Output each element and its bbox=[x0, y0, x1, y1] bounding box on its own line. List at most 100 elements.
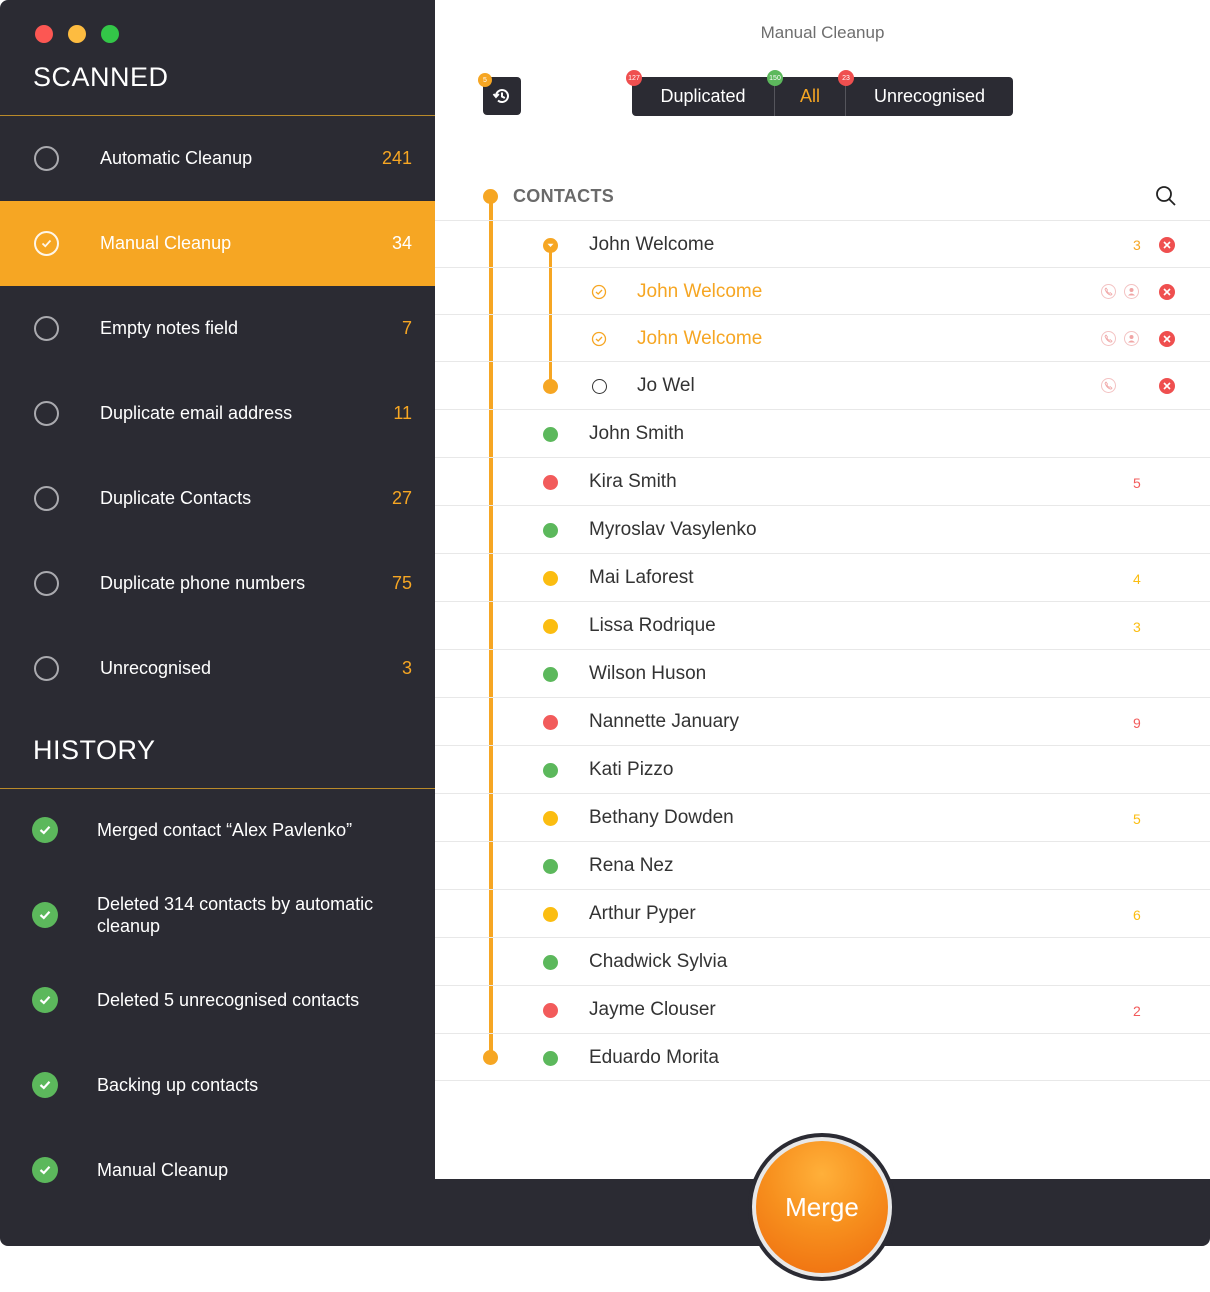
app-window: SCANNED Automatic Cleanup 241 Manual Clean… bbox=[0, 0, 1210, 1246]
contact-name: Lissa Rodrique bbox=[589, 615, 716, 636]
close-window-button[interactable] bbox=[35, 25, 53, 43]
contact-name: Rena Nez bbox=[589, 855, 674, 876]
scan-item[interactable]: Duplicate phone numbers 75 bbox=[0, 541, 435, 626]
contact-name: Mai Laforest bbox=[589, 567, 694, 588]
contact-name: Nannette January bbox=[589, 711, 739, 732]
contact-row[interactable]: Mai Laforest 4 bbox=[435, 553, 1210, 601]
phone-icon bbox=[1101, 378, 1116, 393]
check-icon bbox=[32, 817, 58, 843]
status-dot bbox=[543, 523, 558, 538]
status-dot bbox=[543, 763, 558, 778]
history-item-label: Merged contact “Alex Pavlenko” bbox=[97, 820, 353, 840]
search-icon[interactable] bbox=[1154, 184, 1178, 208]
duplicate-count: 9 bbox=[1133, 715, 1141, 731]
contact-row[interactable]: Myroslav Vasylenko bbox=[435, 505, 1210, 553]
radio-circle-icon[interactable] bbox=[592, 379, 607, 394]
sidebar: SCANNED Automatic Cleanup 241 Manual Clean… bbox=[0, 0, 435, 1246]
main-panel: Manual Cleanup 5 127 Duplicated 150 All … bbox=[435, 0, 1210, 1246]
filter-badge: 150 bbox=[767, 70, 783, 86]
contact-row[interactable]: Wilson Huson bbox=[435, 649, 1210, 697]
status-dot bbox=[543, 619, 558, 634]
filter-tab-unrecognised[interactable]: 23 Unrecognised bbox=[838, 70, 1013, 116]
filter-tab-all[interactable]: 150 All bbox=[767, 70, 846, 116]
check-icon bbox=[32, 987, 58, 1013]
history-item: Backing up contacts bbox=[0, 1055, 435, 1115]
contact-name: John Welcome bbox=[637, 327, 763, 349]
duplicate-count: 3 bbox=[1133, 619, 1141, 635]
check-icon bbox=[32, 1157, 58, 1183]
collapse-toggle-icon[interactable] bbox=[543, 238, 558, 253]
scan-item-count: 3 bbox=[401, 658, 412, 678]
contact-row[interactable]: Nannette January 9 bbox=[435, 697, 1210, 745]
contact-row[interactable]: Chadwick Sylvia bbox=[435, 937, 1210, 985]
contact-row[interactable]: Kira Smith 5 bbox=[435, 457, 1210, 505]
status-dot bbox=[543, 475, 558, 490]
radio-circle-icon bbox=[34, 316, 59, 341]
contact-row[interactable]: Jayme Clouser 2 bbox=[435, 985, 1210, 1033]
contact-row[interactable]: Bethany Dowden 5 bbox=[435, 793, 1210, 841]
status-dot bbox=[543, 667, 558, 682]
zoom-window-button[interactable] bbox=[101, 25, 119, 43]
delete-icon[interactable] bbox=[1159, 378, 1175, 394]
history-item: Deleted 314 contacts by automatic cleanu… bbox=[0, 885, 435, 945]
delete-icon[interactable] bbox=[1159, 330, 1175, 347]
status-dot bbox=[543, 571, 558, 586]
scan-item-label: Automatic Cleanup bbox=[100, 148, 253, 168]
history-item-label: Backing up contacts bbox=[97, 1075, 259, 1095]
scan-item[interactable]: Manual Cleanup 34 bbox=[0, 201, 435, 286]
contact-name: John Smith bbox=[589, 423, 685, 444]
scan-item[interactable]: Empty notes field 7 bbox=[0, 286, 435, 371]
check-icon bbox=[32, 1072, 58, 1098]
history-item-label: Deleted 314 contacts by automatic cleanu… bbox=[97, 894, 374, 936]
contact-name: Myroslav Vasylenko bbox=[589, 519, 757, 540]
scan-item[interactable]: Duplicate Contacts 27 bbox=[0, 456, 435, 541]
contact-duplicate-row[interactable]: John Welcome bbox=[435, 267, 1210, 314]
scan-item[interactable]: Duplicate email address 11 bbox=[0, 371, 435, 456]
radio-circle-icon bbox=[34, 571, 59, 596]
scan-item-count: 241 bbox=[381, 148, 412, 168]
contacts-header: CONTACTS bbox=[513, 186, 615, 206]
delete-icon[interactable] bbox=[1159, 237, 1175, 253]
contact-row[interactable]: Rena Nez bbox=[435, 841, 1210, 889]
contact-row[interactable]: Arthur Pyper 6 bbox=[435, 889, 1210, 937]
duplicate-count: 5 bbox=[1133, 475, 1141, 491]
filter-tab-label: Duplicated bbox=[660, 86, 746, 106]
status-dot bbox=[543, 1051, 558, 1066]
person-icon bbox=[1124, 330, 1139, 346]
scan-item-label: Duplicate phone numbers bbox=[100, 573, 306, 593]
contact-row[interactable]: Eduardo Morita bbox=[435, 1033, 1210, 1081]
filter-tab-duplicated[interactable]: 127 Duplicated bbox=[626, 70, 774, 116]
person-icon bbox=[1124, 283, 1139, 299]
contact-group-row[interactable]: John Welcome 3 bbox=[435, 220, 1210, 267]
merge-button[interactable]: Merge bbox=[756, 1141, 888, 1273]
contact-name: Eduardo Morita bbox=[589, 1047, 719, 1068]
contact-name: John Welcome bbox=[637, 280, 763, 302]
status-dot bbox=[543, 955, 558, 970]
contact-row[interactable]: Kati Pizzo bbox=[435, 745, 1210, 793]
scan-item-count: 7 bbox=[401, 318, 412, 338]
contact-duplicate-row[interactable]: John Welcome bbox=[435, 314, 1210, 361]
minimize-window-button[interactable] bbox=[68, 25, 86, 43]
history-item-label: Deleted 5 unrecognised contacts bbox=[97, 990, 360, 1010]
group-end-dot bbox=[543, 379, 558, 394]
history-item: Deleted 5 unrecognised contacts bbox=[0, 970, 435, 1030]
window-controls bbox=[35, 25, 119, 43]
scan-item[interactable]: Automatic Cleanup 241 bbox=[0, 116, 435, 201]
scan-item[interactable]: Unrecognised 3 bbox=[0, 626, 435, 711]
scan-item-count: 34 bbox=[391, 233, 412, 253]
checked-circle-icon[interactable] bbox=[591, 284, 607, 300]
status-dot bbox=[543, 715, 558, 730]
contact-name: Jo Wel bbox=[637, 375, 695, 396]
contact-name: Arthur Pyper bbox=[589, 903, 696, 924]
status-dot bbox=[543, 811, 558, 826]
scan-item-count: 75 bbox=[391, 573, 412, 593]
contact-row[interactable]: Lissa Rodrique 3 bbox=[435, 601, 1210, 649]
status-dot bbox=[543, 907, 558, 922]
delete-icon[interactable] bbox=[1159, 283, 1175, 300]
contact-name: Bethany Dowden bbox=[589, 807, 734, 828]
scan-item-label: Empty notes field bbox=[100, 318, 239, 338]
check-icon bbox=[32, 902, 58, 928]
radio-circle-icon bbox=[34, 401, 59, 426]
checked-circle-icon[interactable] bbox=[591, 331, 607, 347]
contact-row[interactable]: John Smith bbox=[435, 409, 1210, 457]
